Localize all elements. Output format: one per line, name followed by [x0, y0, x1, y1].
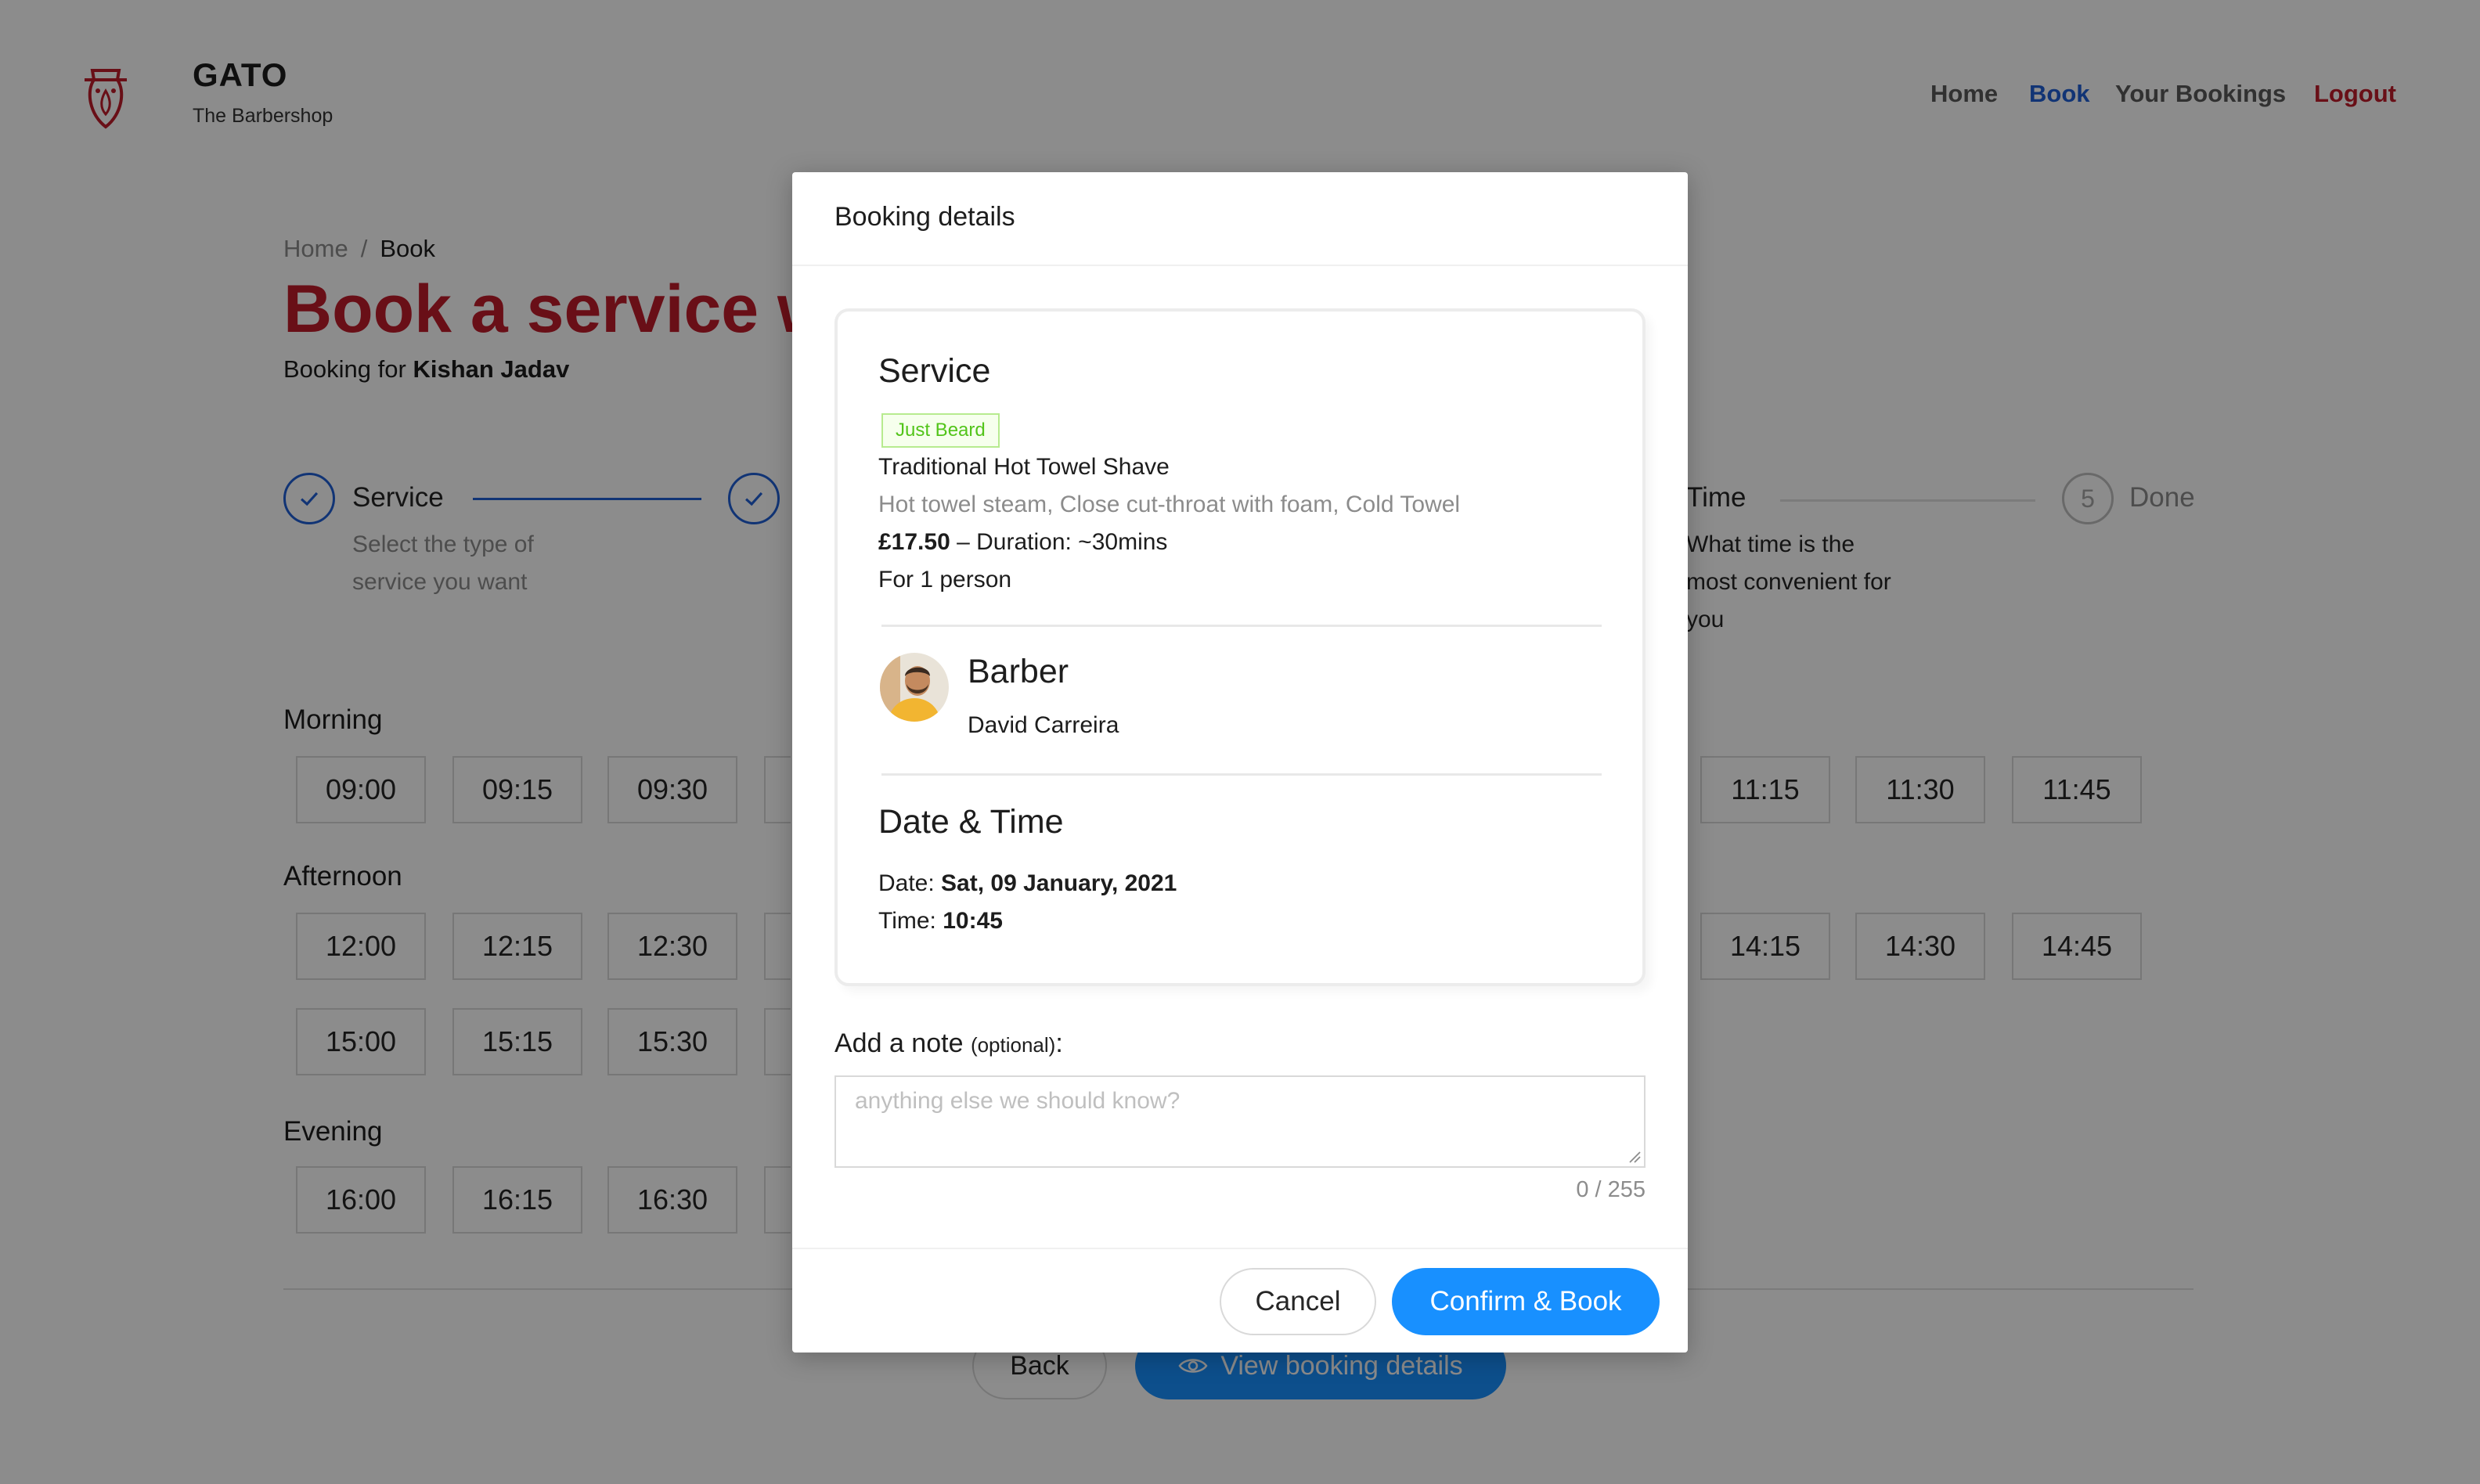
barber-name: David Carreira — [968, 712, 1119, 738]
date-value: Sat, 09 January, 2021 — [941, 870, 1177, 896]
confirm-book-button[interactable]: Confirm & Book — [1392, 1268, 1660, 1335]
note-char-counter: 0 / 255 — [1576, 1177, 1646, 1202]
booking-time: Time: 10:45 — [878, 908, 1003, 935]
cancel-button[interactable]: Cancel — [1220, 1268, 1376, 1335]
service-price: £17.50 — [878, 529, 950, 555]
service-persons: For 1 person — [878, 567, 1012, 593]
datetime-heading: Date & Time — [878, 803, 1064, 841]
booking-date: Date: Sat, 09 January, 2021 — [878, 870, 1177, 897]
note-label-optional: (optional) — [970, 1033, 1056, 1057]
service-duration: – Duration: ~30mins — [950, 529, 1168, 555]
service-price-duration: £17.50 – Duration: ~30mins — [878, 529, 1167, 556]
time-value: 10:45 — [943, 908, 1003, 934]
booking-summary-card: Service Just Beard Traditional Hot Towel… — [834, 308, 1646, 986]
note-textarea[interactable]: anything else we should know? — [834, 1075, 1646, 1168]
service-heading: Service — [878, 352, 991, 390]
note-label: Add a note (optional): — [834, 1028, 1063, 1059]
service-category-tag: Just Beard — [881, 413, 1000, 448]
service-description: Hot towel steam, Close cut-throat with f… — [878, 492, 1461, 517]
modal-title: Booking details — [834, 202, 1015, 232]
note-label-colon: : — [1055, 1028, 1063, 1058]
modal-footer: Cancel Confirm & Book — [792, 1248, 1688, 1353]
booking-details-modal: Booking details Service Just Beard Tradi… — [792, 172, 1688, 1353]
card-divider — [881, 625, 1602, 627]
barber-heading: Barber — [968, 653, 1069, 690]
time-label: Time: — [878, 908, 943, 934]
page: GATO The Barbershop Home Book Your Booki… — [0, 0, 2480, 1484]
resize-grip-icon[interactable] — [1627, 1149, 1641, 1163]
date-label: Date: — [878, 870, 942, 896]
modal-header: Booking details — [792, 172, 1688, 266]
card-divider — [881, 773, 1602, 776]
note-placeholder: anything else we should know? — [855, 1088, 1181, 1114]
service-name: Traditional Hot Towel Shave — [878, 454, 1170, 480]
note-label-main: Add a note — [834, 1028, 964, 1058]
barber-avatar — [880, 653, 949, 722]
